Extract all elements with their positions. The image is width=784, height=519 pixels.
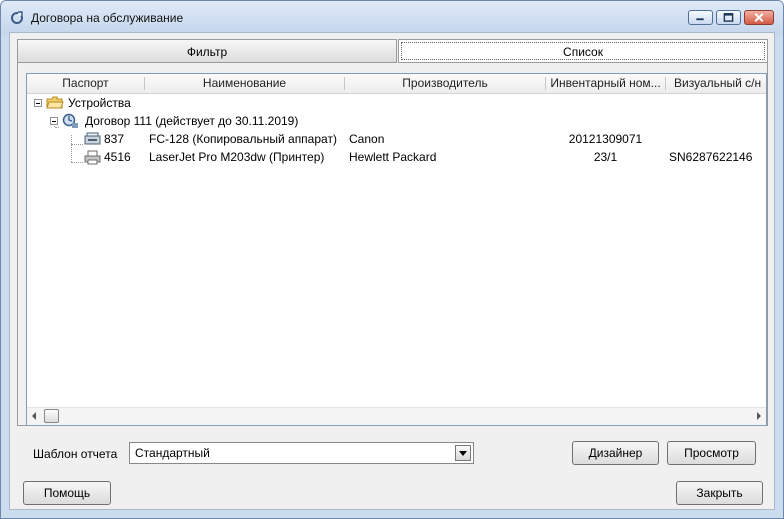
column-maker[interactable]: Производитель: [345, 74, 545, 93]
copier-icon: [84, 132, 101, 145]
close-window-button[interactable]: [744, 10, 774, 25]
refresh-icon: [11, 11, 24, 24]
report-template-label: Шаблон отчета: [33, 447, 118, 461]
horizontal-scrollbar[interactable]: [27, 407, 766, 425]
dropdown-arrow-icon[interactable]: [455, 445, 471, 461]
tree-node-label: Устройства: [68, 96, 131, 110]
table-row[interactable]: 837 FC-128 (Копировальный аппарат) Canon…: [27, 130, 766, 148]
report-template-select[interactable]: Стандартный: [129, 442, 474, 464]
focus-rect: [401, 42, 765, 60]
collapse-toggle[interactable]: [50, 117, 58, 125]
minimize-icon: [696, 18, 704, 21]
cell-maker: Hewlett Packard: [349, 150, 437, 164]
window: Договора на обслуживание Фильтр Список П…: [0, 0, 784, 519]
window-title: Договора на обслуживание: [31, 11, 184, 25]
tree-node-label: Договор 111 (действует до 30.11.2019): [85, 114, 299, 128]
help-button[interactable]: Помощь: [23, 481, 111, 505]
column-passport[interactable]: Паспорт: [27, 74, 144, 93]
close-icon: [754, 13, 764, 22]
designer-button[interactable]: Дизайнер: [572, 441, 659, 465]
maximize-icon: [723, 13, 734, 22]
tree-header: Паспорт Наименование Производитель Инвен…: [27, 74, 766, 94]
column-name[interactable]: Наименование: [145, 74, 344, 93]
cell-passport: 837: [104, 132, 125, 146]
tab-list[interactable]: Список: [398, 39, 768, 63]
column-inventory[interactable]: Инвентарный ном...: [546, 74, 665, 93]
table-row[interactable]: 4516 LaserJet Pro M203dw (Принтер) Hewle…: [27, 148, 766, 166]
tab-filter[interactable]: Фильтр: [17, 39, 397, 63]
cell-inventory: 20121309071: [568, 132, 643, 146]
close-button[interactable]: Закрыть: [676, 481, 763, 505]
cell-maker: Canon: [349, 132, 385, 146]
tree-node-contract[interactable]: Договор 111 (действует до 30.11.2019): [27, 112, 727, 130]
column-serial[interactable]: Визуальный с/н: [666, 74, 766, 93]
cell-serial: SN6287622146: [669, 150, 753, 164]
cell-inventory: 23/1: [593, 150, 618, 164]
cell-passport: 4516: [104, 150, 131, 164]
cell-name: LaserJet Pro M203dw (Принтер): [149, 150, 325, 164]
scroll-left-icon[interactable]: [32, 412, 36, 420]
folder-icon: [46, 96, 64, 109]
tree-node-devices[interactable]: Устройства: [27, 94, 727, 112]
printer-icon: [84, 150, 101, 165]
collapse-toggle[interactable]: [34, 99, 42, 107]
scroll-thumb[interactable]: [44, 409, 59, 423]
minimize-button[interactable]: [688, 10, 713, 25]
contract-icon: [62, 113, 78, 128]
device-tree[interactable]: Паспорт Наименование Производитель Инвен…: [26, 73, 767, 426]
title-bar: Договора на обслуживание: [1, 1, 783, 35]
cell-name: FC-128 (Копировальный аппарат): [149, 132, 337, 146]
preview-button[interactable]: Просмотр: [667, 441, 756, 465]
maximize-button[interactable]: [716, 10, 741, 25]
report-template-value: Стандартный: [135, 446, 210, 460]
dialog-body: Фильтр Список Паспорт Наименование Произ…: [9, 32, 775, 510]
scroll-right-icon[interactable]: [757, 412, 761, 420]
